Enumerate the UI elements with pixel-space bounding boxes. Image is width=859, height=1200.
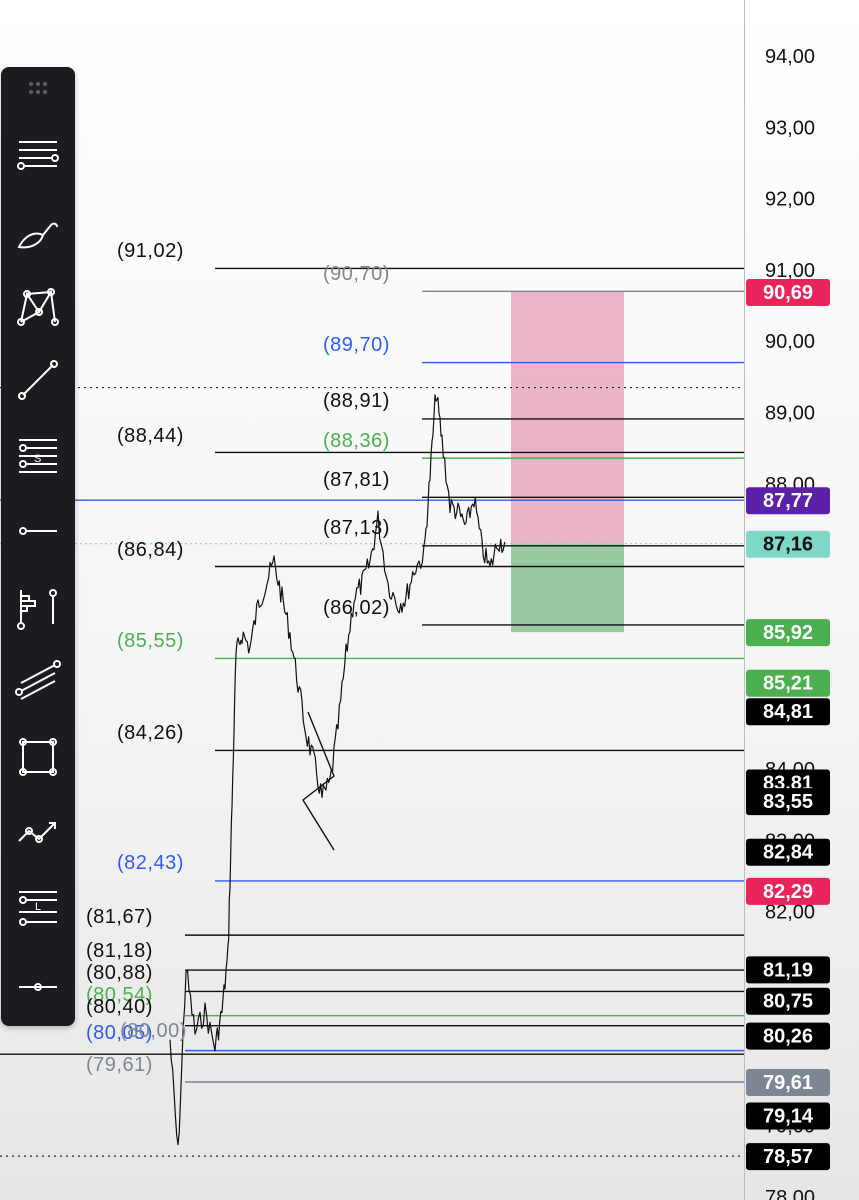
price-tag[interactable]: 79,61 — [746, 1069, 830, 1097]
price-tag[interactable]: 80,75 — [746, 987, 830, 1015]
polyline-icon — [18, 822, 56, 843]
price-axis-tick: 89,00 — [765, 403, 815, 425]
price-tag[interactable]: 87,16 — [746, 530, 830, 558]
level-line-label: (80,88) — [86, 962, 153, 984]
tool-horizontal-line[interactable] — [1, 957, 75, 1017]
stop-loss-zone[interactable] — [511, 292, 624, 544]
horizontal-line-icon — [19, 983, 57, 991]
price-axis-tick: 91,00 — [765, 260, 815, 282]
level-line-label: (80,00) — [120, 1020, 187, 1042]
price-tag-label: 78,57 — [763, 1146, 813, 1168]
tool-parallel-channel[interactable] — [1, 652, 75, 712]
price-tag-label: 90,69 — [763, 282, 813, 304]
price-tag[interactable]: 80,26 — [746, 1022, 830, 1050]
price-tag[interactable]: 90,69 — [746, 279, 830, 307]
price-axis-tick: 92,00 — [765, 189, 815, 211]
price-tag[interactable]: 83,55 — [746, 788, 830, 816]
tool-level-lines[interactable]: L — [1, 877, 75, 937]
take-profit-zone[interactable] — [511, 543, 624, 633]
level-line-label: (82,43) — [117, 852, 184, 874]
price-tag[interactable]: 79,14 — [746, 1102, 830, 1130]
price-tag[interactable]: 84,81 — [746, 698, 830, 726]
price-tag-label: 85,92 — [763, 622, 813, 644]
grip-dots-icon — [29, 82, 47, 94]
level-line-label: (88,36) — [323, 430, 390, 452]
level-line-label: (79,61) — [86, 1054, 153, 1076]
level-line-label: (88,44) — [117, 425, 184, 447]
drawing-toolbar: SL — [1, 67, 75, 1026]
tool-brush[interactable] — [1, 202, 75, 262]
level-line-label: (86,84) — [117, 539, 184, 561]
tool-volume-profile[interactable] — [1, 577, 75, 637]
price-series[interactable] — [169, 394, 506, 1146]
price-axis-tick: 78,00 — [765, 1187, 815, 1200]
support-resistance-icon: S — [19, 439, 57, 473]
price-axis-border — [744, 0, 745, 1200]
level-line-label: (88,91) — [323, 390, 390, 412]
price-tag-label: 84,81 — [763, 701, 813, 723]
level-line-label: (80,40) — [86, 996, 153, 1018]
level-line-label: (87,81) — [323, 469, 390, 491]
rectangle-icon — [19, 738, 57, 776]
price-tag-label: 82,84 — [763, 842, 814, 864]
price-tag[interactable]: 81,19 — [746, 956, 830, 984]
tool-trend-line[interactable] — [1, 350, 75, 410]
level-line-label: (81,67) — [86, 906, 153, 928]
parallel-channel-icon — [15, 660, 61, 700]
price-tag-label: 87,77 — [763, 490, 813, 512]
price-axis-tick: 93,00 — [765, 117, 815, 139]
level-line-label: (85,55) — [117, 630, 184, 652]
volume-profile-icon — [17, 589, 57, 630]
level-line-label: (86,02) — [323, 597, 390, 619]
price-tag[interactable]: 78,57 — [746, 1143, 830, 1171]
level-line-label: (87,13) — [323, 517, 390, 539]
tool-polyline[interactable] — [1, 802, 75, 862]
price-tag[interactable]: 82,29 — [746, 877, 830, 905]
price-tag-label: 79,61 — [763, 1072, 813, 1094]
price-tag-label: 79,14 — [763, 1106, 814, 1128]
level-line-label: (84,26) — [117, 722, 184, 744]
tool-pattern[interactable] — [1, 277, 75, 337]
trend-line-icon — [18, 360, 58, 400]
tool-rectangle[interactable] — [1, 727, 75, 787]
price-tag-label: 83,55 — [763, 791, 813, 813]
level-line-label: (90,70) — [323, 263, 390, 285]
price-tag-label: 80,75 — [763, 991, 813, 1013]
svg-text:L: L — [35, 901, 41, 913]
level-line-label: (89,70) — [323, 334, 390, 356]
price-tag-label: 87,16 — [763, 534, 813, 556]
price-tag[interactable]: 85,92 — [746, 619, 830, 647]
tool-support-resistance[interactable]: S — [1, 427, 75, 487]
price-tag-label: 82,29 — [763, 881, 813, 903]
horizontal-lines-icon — [17, 141, 59, 170]
tool-horizontal-lines[interactable] — [1, 127, 75, 187]
brush-icon — [17, 222, 58, 249]
price-tag[interactable]: 85,21 — [746, 669, 830, 697]
svg-text:S: S — [34, 453, 41, 465]
price-chart[interactable]: (91,02) (90,70) (89,70) (88,91) (88,44) (88,3… — [0, 0, 859, 1200]
tool-horizontal-ray[interactable] — [1, 501, 75, 561]
price-tag-label: 81,19 — [763, 959, 813, 981]
level-lines-icon: L — [19, 891, 57, 926]
price-tag-label: 85,21 — [763, 673, 813, 695]
horizontal-ray-icon — [19, 527, 57, 535]
level-line-label: (91,02) — [117, 240, 184, 262]
price-tag[interactable]: 82,84 — [746, 838, 830, 866]
price-axis-tick: 90,00 — [765, 331, 815, 353]
price-axis-tick: 94,00 — [765, 46, 815, 68]
level-line-label: (81,18) — [86, 940, 153, 962]
price-tag-label: 80,26 — [763, 1026, 813, 1048]
price-tag[interactable]: 87,77 — [746, 487, 830, 515]
pattern-icon — [17, 288, 59, 326]
drag-handle[interactable] — [1, 75, 75, 105]
